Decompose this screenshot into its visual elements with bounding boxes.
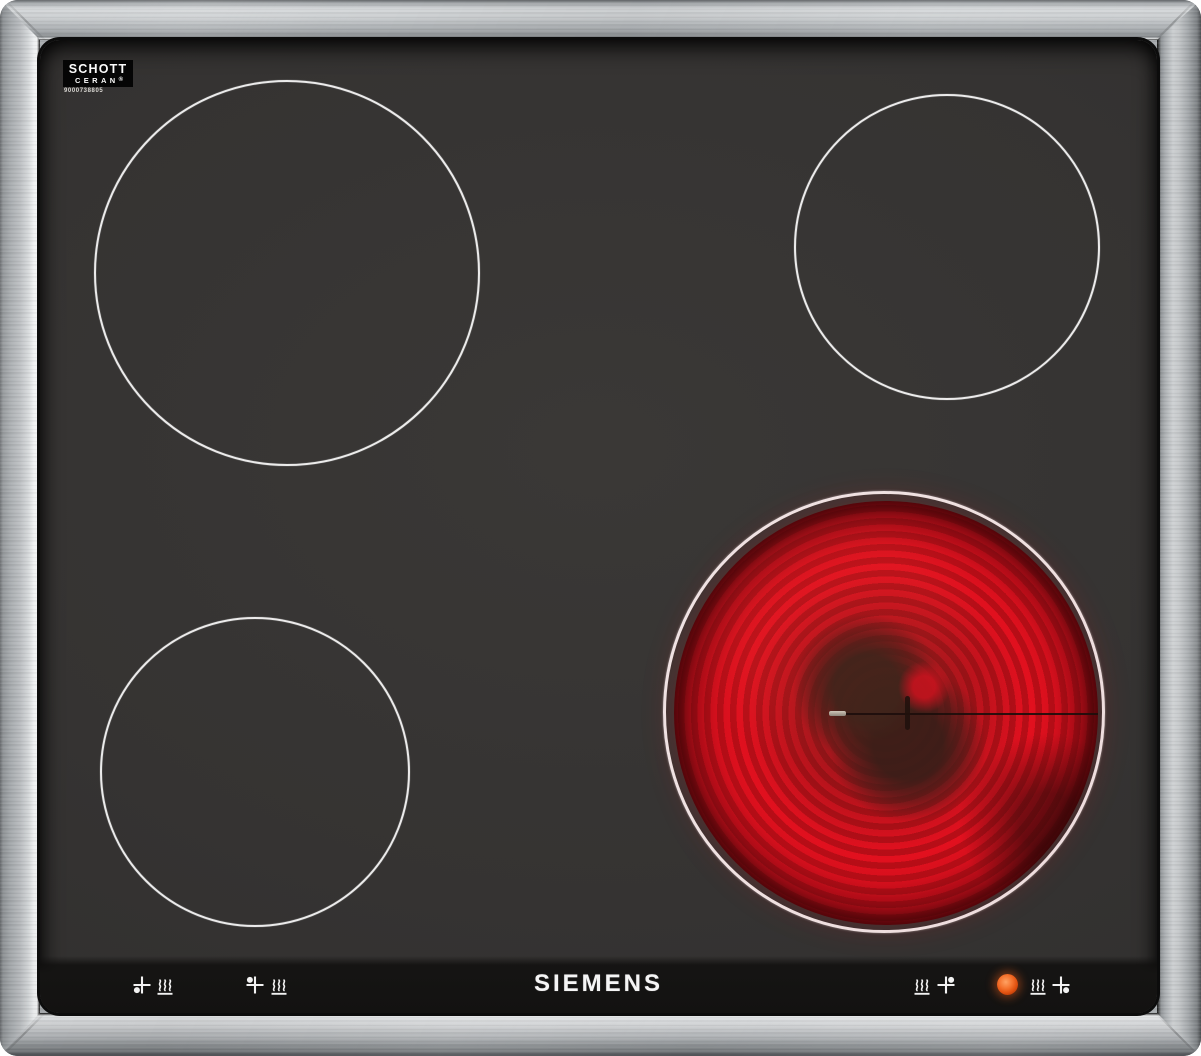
badge-line1: SCHOTT bbox=[69, 63, 128, 76]
frame-left bbox=[0, 0, 40, 1056]
cooking-zone-back-left bbox=[94, 80, 480, 466]
residual-heat-icon bbox=[913, 975, 931, 995]
zone-marking-back-left bbox=[245, 975, 288, 995]
frame-bottom bbox=[0, 1013, 1201, 1056]
temperature-sensor-rod bbox=[832, 713, 1098, 715]
part-number: 9000738805 bbox=[64, 88, 103, 94]
residual-heat-led bbox=[997, 974, 1018, 995]
frame-top bbox=[0, 0, 1201, 40]
sensor-center-pin bbox=[905, 696, 910, 730]
schott-ceran-badge: SCHOTT CERAN® bbox=[63, 60, 133, 87]
control-marking-band: SIEMENS bbox=[40, 956, 1157, 1013]
glowing-heating-element bbox=[674, 501, 1098, 925]
cooking-zone-front-right-hot bbox=[663, 491, 1105, 933]
frame-right bbox=[1157, 0, 1201, 1056]
zone-cross-dot-top-left-icon bbox=[245, 975, 265, 995]
residual-heat-icon bbox=[270, 975, 288, 995]
badge-line2: CERAN® bbox=[73, 77, 123, 85]
zone-cross-dot-bottom-left-icon bbox=[132, 975, 152, 995]
cooktop: SCHOTT CERAN® 9000738805 bbox=[0, 0, 1201, 1056]
zone-marking-front-right bbox=[1029, 975, 1071, 995]
zone-marking-back-right bbox=[913, 975, 956, 995]
glass-surface: SCHOTT CERAN® 9000738805 bbox=[40, 40, 1157, 1013]
residual-heat-icon bbox=[156, 975, 174, 995]
zone-cross-dot-top-right-icon bbox=[936, 975, 956, 995]
cooking-zone-front-left bbox=[100, 617, 410, 927]
residual-heat-icon bbox=[1029, 975, 1047, 995]
sensor-rod-tip bbox=[829, 711, 846, 716]
zone-cross-dot-bottom-right-icon bbox=[1051, 975, 1071, 995]
zone-marking-front-left bbox=[132, 975, 174, 995]
registered-mark: ® bbox=[119, 77, 123, 83]
siemens-wordmark: SIEMENS bbox=[534, 972, 663, 996]
cooking-zone-back-right bbox=[794, 94, 1100, 400]
cooktop-photo: SCHOTT CERAN® 9000738805 bbox=[0, 0, 1201, 1056]
